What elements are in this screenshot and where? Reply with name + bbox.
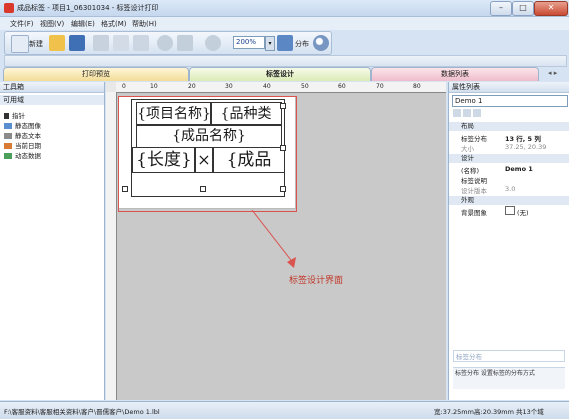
tab-print-preview[interactable]: 打印预览 (3, 67, 189, 81)
zoom-magnifier-icon[interactable] (313, 35, 329, 51)
main-toolbar: 新建 200% ▾ 分布 (4, 31, 332, 55)
prop-value[interactable]: (无) (517, 207, 529, 217)
vertical-ruler (106, 92, 117, 400)
redo-icon[interactable] (205, 35, 221, 51)
tab-data-list-label: 数据列表 (441, 70, 469, 78)
categorized-icon[interactable] (453, 109, 461, 117)
tab-print-preview-label: 打印预览 (82, 70, 110, 78)
category-appearance[interactable]: 外观 (449, 196, 569, 205)
distribute-button-label[interactable]: 分布 (295, 39, 309, 49)
text-icon (4, 133, 12, 139)
image-icon (4, 123, 12, 129)
ruler-mark: 20 (188, 83, 196, 90)
color-swatch-icon[interactable] (505, 206, 515, 215)
cut-icon[interactable] (93, 35, 109, 51)
delete-icon[interactable] (177, 35, 193, 51)
horizontal-ruler: 0 10 20 30 40 50 60 70 80 (116, 82, 446, 93)
status-width: 宽:37.25mm (434, 408, 474, 416)
ruler-corner (106, 82, 116, 92)
prop-value[interactable]: 13 行, 5 列 (505, 133, 541, 143)
tool-label: 静态文本 (15, 132, 41, 140)
status-height: 高:20.39mm (474, 408, 514, 416)
object-selector[interactable]: Demo 1 (452, 95, 568, 107)
open-folder-icon[interactable] (49, 35, 65, 51)
tool-label: 动态数据 (15, 152, 41, 160)
tab-scroll-arrows-icon[interactable]: ◂ ▸ (548, 69, 557, 77)
calendar-icon (4, 143, 12, 149)
prop-key: 设计版本 (461, 187, 487, 195)
tab-label-design-label: 标签设计 (266, 70, 294, 78)
distribute-icon[interactable] (277, 35, 293, 51)
property-description: 标签分布 设置标签的分布方式 (453, 367, 565, 389)
highlight-box (118, 96, 297, 212)
property-search-box[interactable]: 标签分布 (453, 350, 565, 362)
pointer-icon (4, 113, 9, 119)
tool-static-image[interactable]: 静态图像 (4, 120, 41, 130)
prop-key: 背景图象 (461, 209, 487, 217)
close-button[interactable]: ✕ (534, 1, 568, 16)
status-field-count: 共13个域 (516, 408, 544, 416)
new-button-label[interactable]: 新建 (29, 39, 43, 49)
tool-label: 当前日期 (15, 142, 41, 150)
status-file-path: F:\客服资料\客服相关资料\客户\晋儒客户\Demo 1.lbl (4, 408, 160, 416)
annotation-text: 标签设计界面 (289, 276, 344, 286)
properties-panel: 属性列表 Demo 1 布局 标签分布 13 行, 5 列 大小 37.25, … (448, 82, 569, 400)
prop-key: 标签说明 (461, 177, 487, 185)
maximize-button[interactable]: □ (512, 1, 534, 16)
title-bar: 成品标签 - 项目1_06301034 - 标签设计打印 – □ ✕ (0, 0, 569, 17)
tab-data-list[interactable]: 数据列表 (371, 67, 539, 81)
status-bar: F:\客服资料\客服相关资料\客户\晋儒客户\Demo 1.lbl 宽:37.2… (0, 401, 569, 419)
zoom-select[interactable]: 200% (233, 36, 265, 49)
tool-dynamic-data[interactable]: 动态数据 (4, 150, 41, 160)
ruler-mark: 60 (338, 83, 346, 90)
ruler-mark: 80 (413, 83, 421, 90)
menu-format[interactable]: 格式(M) (101, 19, 127, 29)
menu-edit[interactable]: 编辑(E) (71, 19, 95, 29)
minimize-button[interactable]: – (490, 1, 512, 16)
tool-label: 静态图像 (15, 122, 41, 130)
new-icon[interactable] (11, 35, 29, 53)
prop-value[interactable]: 3.0 (505, 185, 515, 193)
alphabetical-icon[interactable] (463, 109, 471, 117)
toolbox-section[interactable]: 可用域 (0, 95, 104, 105)
category-layout[interactable]: 布局 (449, 122, 569, 131)
undo-icon[interactable] (157, 35, 173, 51)
save-icon[interactable] (69, 35, 85, 51)
tool-pointer[interactable]: 指针 (4, 110, 25, 120)
tab-label-design[interactable]: 标签设计 (189, 67, 371, 81)
ruler-mark: 30 (225, 83, 233, 90)
menu-help[interactable]: 帮助(H) (132, 19, 157, 29)
toolbox-panel: 工具箱 可用域 指针 静态图像 静态文本 当前日期 动态数据 (0, 82, 105, 400)
category-design[interactable]: 设计 (449, 154, 569, 163)
tool-label: 指针 (12, 112, 25, 120)
tool-static-text[interactable]: 静态文本 (4, 130, 41, 140)
tool-current-date[interactable]: 当前日期 (4, 140, 41, 150)
tab-strip: 打印预览 标签设计 数据列表 ◂ ▸ (0, 67, 569, 81)
ruler-mark: 10 (150, 83, 158, 90)
menu-bar: 文件(F) 视图(V) 编辑(E) 格式(M) 帮助(H) (0, 17, 569, 30)
prop-value[interactable]: 37.25, 20.39 (505, 143, 546, 151)
paste-icon[interactable] (133, 35, 149, 51)
ruler-mark: 70 (376, 83, 384, 90)
prop-key: 标签分布 (461, 135, 487, 143)
menu-view[interactable]: 视图(V) (40, 19, 64, 29)
copy-icon[interactable] (113, 35, 129, 51)
menu-file[interactable]: 文件(F) (10, 19, 34, 29)
ruler-mark: 50 (301, 83, 309, 90)
prop-key: 大小 (461, 145, 474, 153)
zoom-dropdown-icon[interactable]: ▾ (265, 36, 275, 51)
ruler-mark: 0 (122, 83, 126, 90)
window-title: 成品标签 - 项目1_06301034 - 标签设计打印 (17, 4, 159, 12)
prop-key: (名称) (461, 167, 480, 175)
toolbox-header: 工具箱 (0, 82, 104, 93)
app-icon (4, 3, 14, 13)
format-toolbar (4, 55, 567, 67)
property-pages-icon[interactable] (473, 109, 481, 117)
ruler-mark: 40 (263, 83, 271, 90)
annotation-arrow (251, 209, 296, 268)
database-icon (4, 153, 12, 159)
properties-header: 属性列表 (449, 82, 569, 93)
prop-value[interactable]: Demo 1 (505, 165, 533, 173)
